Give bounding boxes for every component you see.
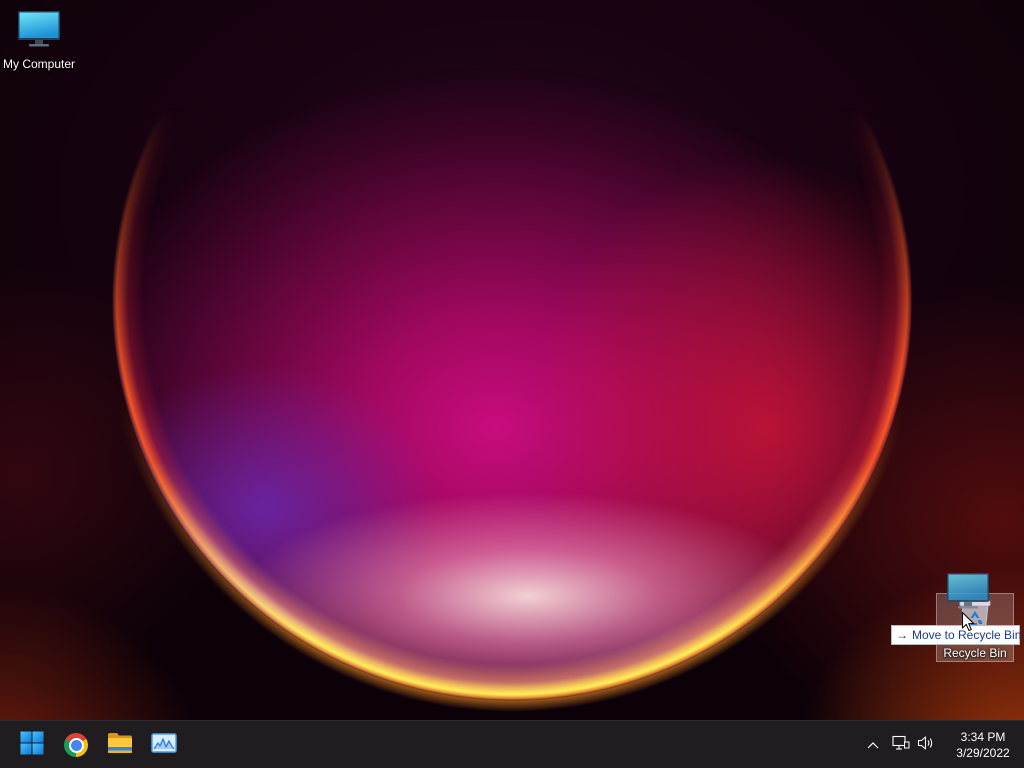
chevron-up-icon [867,736,879,754]
network-icon [892,735,910,756]
desktop-icon-label: Recycle Bin [943,646,1007,660]
show-hidden-icons-button[interactable] [861,733,885,757]
computer-icon [17,10,61,48]
clock[interactable]: 3:34 PM 3/29/2022 [943,729,1023,761]
dragged-computer-icon [946,572,990,610]
wallpaper-ring-glow [100,0,924,712]
wallpaper [0,0,1024,768]
taskbar: 3:34 PM 3/29/2022 [0,720,1024,768]
clock-time: 3:34 PM [960,730,1006,744]
photos-icon [151,732,177,759]
chrome-taskbar-button[interactable] [56,725,96,765]
volume-icon [917,735,935,756]
mouse-cursor-icon [962,612,975,632]
volume-button[interactable] [916,733,936,757]
start-button[interactable] [12,725,52,765]
drag-tooltip: → Move to Recycle Bin [891,625,1021,645]
desktop-icon-my-computer[interactable]: My Computer [0,6,78,74]
chrome-icon [64,733,88,757]
photos-taskbar-button[interactable] [144,725,184,765]
network-button[interactable] [891,733,911,757]
clock-date: 3/29/2022 [956,746,1010,760]
desktop-icon-label: My Computer [2,57,76,71]
file-explorer-taskbar-button[interactable] [100,725,140,765]
arrow-right-icon: → [896,628,908,642]
desktop-screen: My Computer Recycle Bin → Move to Recycl… [0,0,1024,768]
file-explorer-icon [107,732,133,759]
windows-start-icon [20,731,44,760]
